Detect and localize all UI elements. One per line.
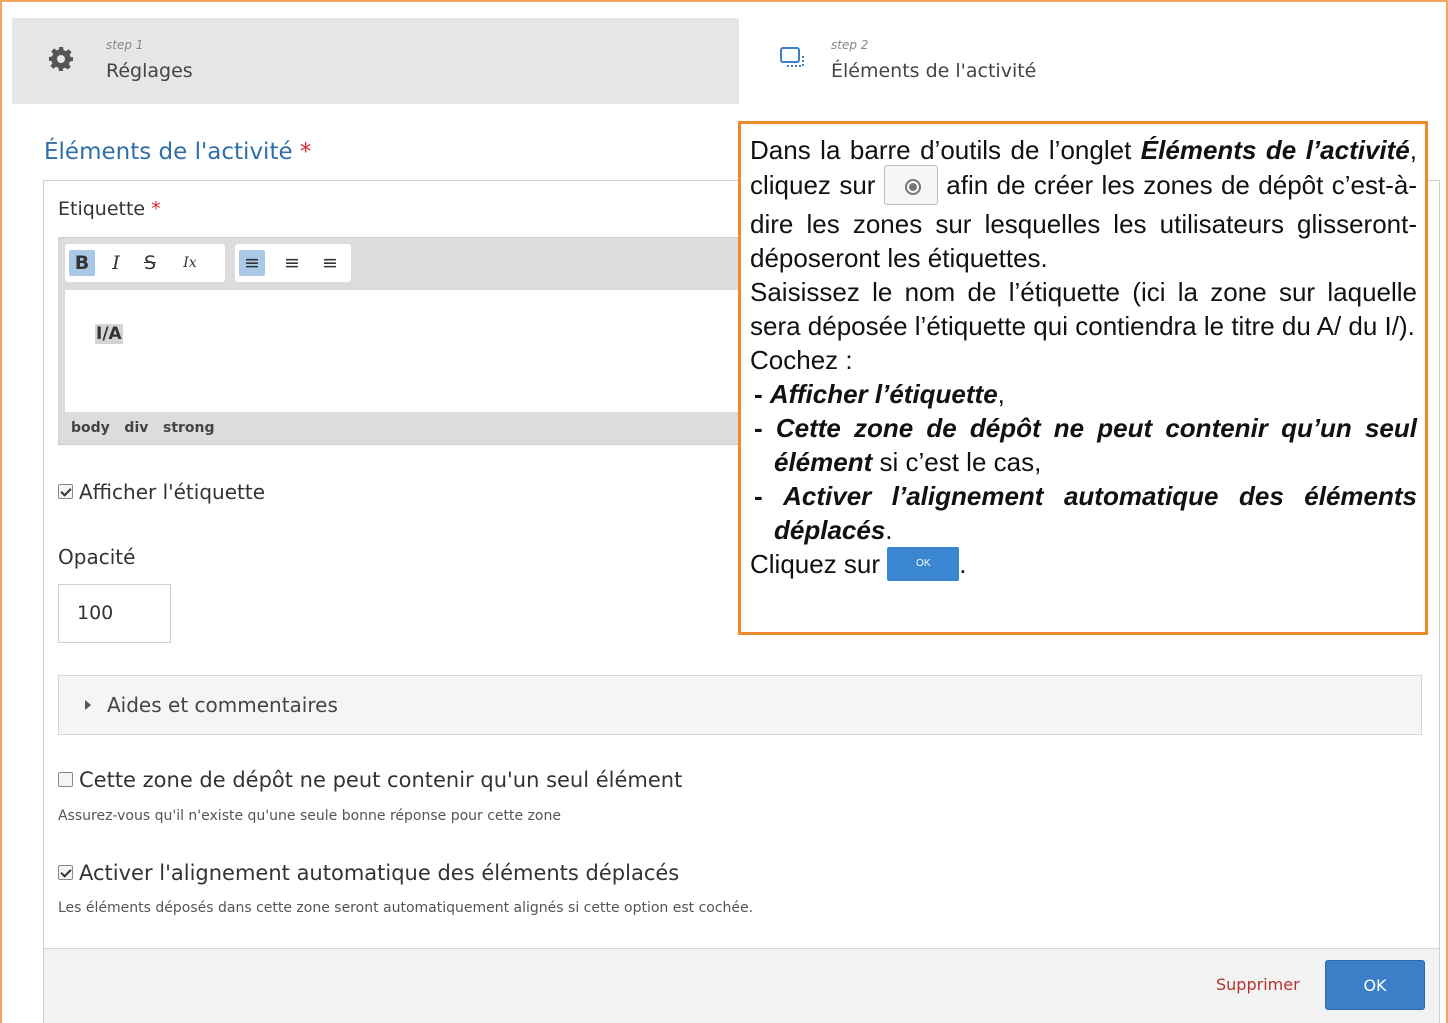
bold-button[interactable]: B [69,250,95,276]
delete-link[interactable]: Supprimer [1216,975,1300,994]
gear-icon [49,47,73,71]
align-left-button[interactable]: ≡ [239,250,265,276]
tab-step-1[interactable]: step 1 Réglages [12,18,739,104]
callout-text: , [997,379,1005,409]
callout-emphasis: Cette zone de dépôt ne peut contenir qu’… [774,413,1417,477]
callout-text: Dans la barre d’outils de l’onglet [750,135,1141,165]
seul-element-checkbox[interactable] [58,771,73,787]
callout-list-item: - Afficher l’étiquette, [754,379,1005,409]
align-toolbar-group: ≡ ≡ ≡ [235,244,351,282]
callout-emphasis: Éléments de l’activité [1140,135,1410,165]
editor-content: I/A [95,324,123,344]
step-number: step 2 [831,38,869,52]
etiquette-label-text: Etiquette [58,198,146,220]
callout-text: si c’est le cas, [872,447,1042,477]
align-right-button[interactable]: ≡ [317,250,343,276]
instruction-callout: Dans la barre d’outils de l’onglet Éléme… [738,121,1428,635]
opacite-input[interactable]: 100 [58,584,171,643]
alignement-label[interactable]: Activer l'alignement automatique des élé… [79,861,679,885]
callout-text: . [885,515,893,545]
required-mark: * [299,139,312,165]
strikethrough-button[interactable]: S [137,250,163,276]
rich-text-editor: B I S Ix ≡ ≡ ≡ I/A body div strong [58,237,748,445]
format-toolbar-group: B I S Ix [65,244,225,282]
element-path: body div strong [71,420,215,436]
required-mark: * [151,198,161,220]
afficher-etiquette-checkbox[interactable] [58,484,73,499]
align-center-button[interactable]: ≡ [279,250,305,276]
callout-emphasis: Afficher l’étiquette [769,379,998,409]
callout-list-item: - Activer l’alignement automatique des é… [754,481,1417,545]
remove-format-button[interactable]: Ix [177,250,203,276]
aides-collapsible[interactable]: Aides et commentaires [58,675,1422,735]
callout-paragraph: Dans la barre d’outils de l’onglet Éléme… [750,133,1417,275]
path-item[interactable]: strong [163,420,215,436]
step-title: Éléments de l'activité [831,60,1037,82]
afficher-etiquette-row: Afficher l'étiquette [58,480,265,504]
ok-button-image: OK [887,547,960,582]
etiquette-label: Etiquette * [58,198,161,220]
section-title-text: Éléments de l'activité [44,139,293,165]
seul-element-label[interactable]: Cette zone de dépôt ne peut contenir qu'… [79,768,682,792]
callout-paragraph: Saisissez le nom de l’étiquette (ici la … [750,277,1417,341]
seul-element-hint: Assurez-vous qu'il n'existe qu'une seule… [58,808,561,824]
step-number: step 1 [106,38,144,52]
alignement-row: Activer l'alignement automatique des élé… [58,861,679,885]
callout-paragraph: Cliquez sur OK. [750,547,1417,583]
wizard-steps: step 1 Réglages step 2 Éléments de l'act… [12,18,1436,104]
ok-button[interactable]: OK [1325,960,1425,1010]
callout-list-item: - Cette zone de dépôt ne peut contenir q… [754,413,1417,477]
callout-text: Cliquez sur [750,549,888,579]
seul-element-row: Cette zone de dépôt ne peut contenir qu'… [58,768,682,792]
editor-content-area[interactable]: I/A [65,290,741,412]
target-icon [883,165,938,205]
callout-paragraph: Cochez : [750,345,853,375]
opacite-label: Opacité [58,545,136,569]
caret-right-icon [85,700,91,710]
callout-emphasis: Activer l’alignement automatique des élé… [774,481,1417,545]
screen-selection-icon [780,47,804,67]
tab-step-2[interactable]: step 2 Éléments de l'activité [739,18,1436,104]
path-item[interactable]: body [71,420,110,436]
alignement-checkbox[interactable] [58,864,73,880]
callout-text: . [959,549,967,579]
alignement-hint: Les éléments déposés dans cette zone ser… [58,900,754,916]
italic-button[interactable]: I [103,250,129,276]
path-item[interactable]: div [124,420,148,436]
aides-label: Aides et commentaires [107,693,338,717]
section-title: Éléments de l'activité * [44,139,311,165]
afficher-etiquette-label[interactable]: Afficher l'étiquette [79,480,265,504]
step-title: Réglages [106,60,193,82]
